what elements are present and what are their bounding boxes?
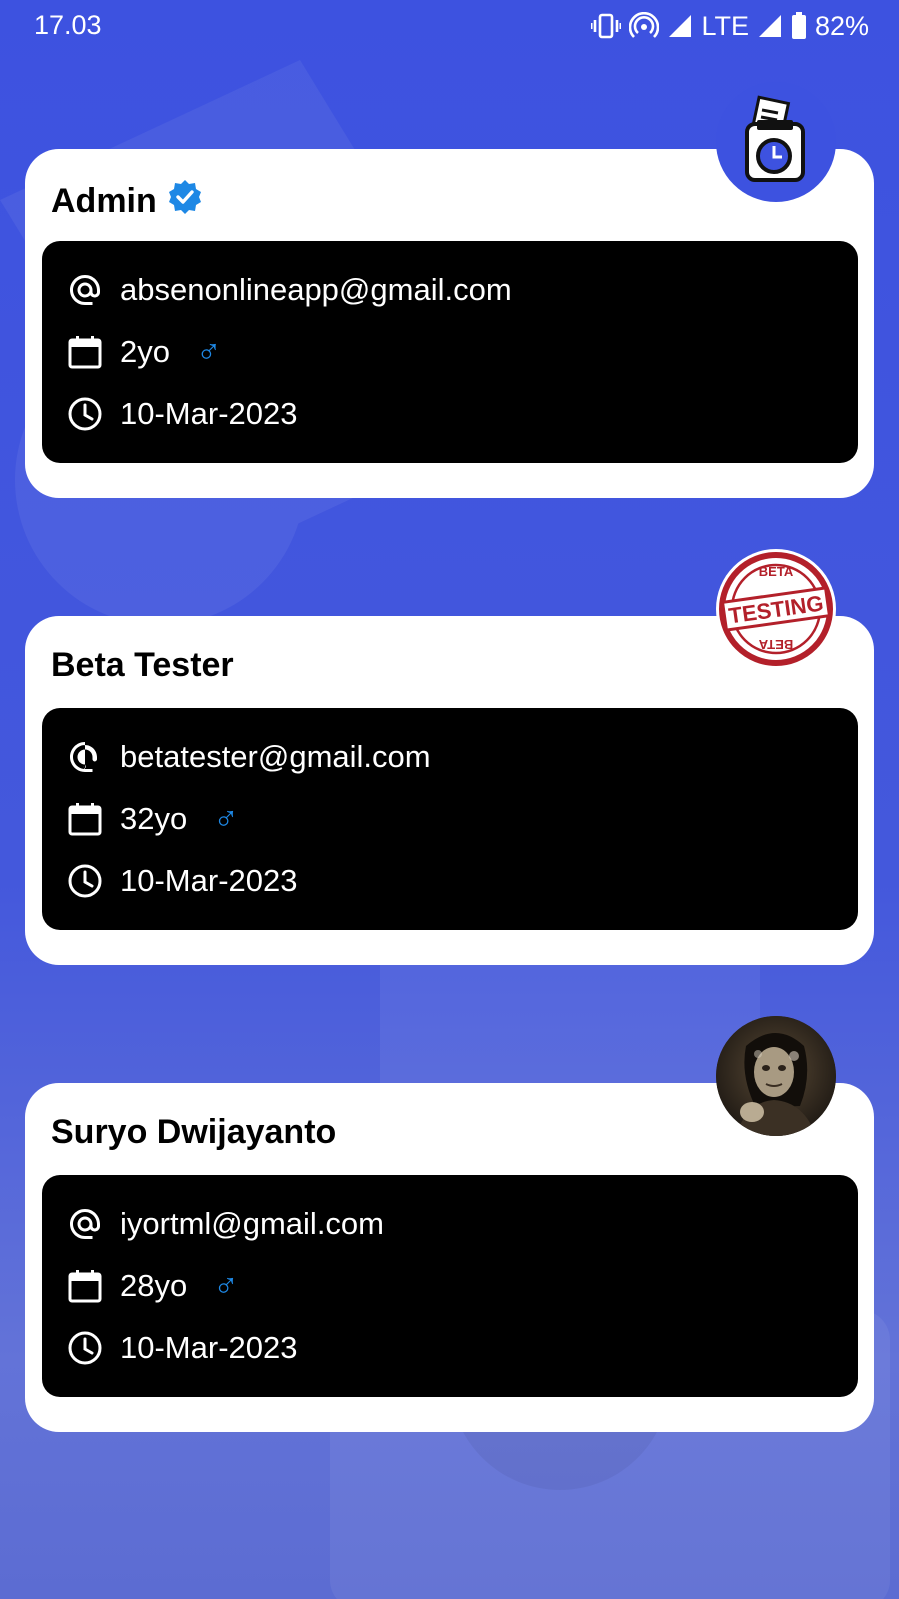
battery-icon — [791, 12, 807, 40]
date-row: 10-Mar-2023 — [66, 1328, 297, 1368]
male-gender-icon: ♂ — [195, 333, 222, 371]
user-age: 32yo — [120, 801, 188, 836]
user-name-row: Beta Tester — [51, 646, 234, 685]
male-gender-icon: ♂ — [213, 1267, 239, 1305]
email-row: betatester@gmail.com — [66, 737, 431, 777]
status-time: 17.03 — [34, 10, 102, 40]
clock-icon — [66, 862, 104, 900]
user-name: Admin — [51, 182, 157, 220]
male-gender-icon: ♂ — [213, 800, 239, 838]
user-age: 28yo — [120, 1268, 188, 1303]
calendar-icon — [66, 800, 104, 838]
status-icons: LTE 82% — [591, 8, 869, 44]
user-info-box: betatester@gmail.com 32yo ♂ 10-Mar-2023 — [42, 708, 858, 930]
user-avatar-photo[interactable] — [716, 1016, 836, 1136]
at-sign-icon — [66, 271, 104, 309]
vibrate-icon — [591, 13, 622, 39]
user-name: Beta Tester — [51, 646, 234, 684]
user-email: absenonlineapp@gmail.com — [120, 272, 512, 307]
at-sign-icon — [66, 1205, 104, 1243]
signal-icon — [667, 13, 693, 39]
verified-badge-icon — [167, 179, 203, 224]
user-name-row: Admin — [51, 179, 203, 224]
user-email: iyortml@gmail.com — [120, 1206, 384, 1241]
user-date: 10-Mar-2023 — [120, 863, 298, 898]
email-row: absenonlineapp@gmail.com — [66, 270, 512, 310]
user-info-box: absenonlineapp@gmail.com 2yo ♂ 10-Mar-20… — [42, 241, 858, 463]
status-bar: 17.03 LTE 82% — [0, 0, 899, 52]
calendar-icon — [66, 333, 104, 371]
user-date: 10-Mar-2023 — [120, 396, 298, 431]
stamp-bottom-text: BETA — [758, 637, 793, 652]
clock-icon — [66, 395, 104, 433]
stamp-top-text: BETA — [759, 564, 794, 579]
age-row: 2yo ♂ — [66, 332, 221, 372]
user-age: 2yo — [120, 334, 170, 369]
email-row: iyortml@gmail.com — [66, 1204, 384, 1244]
user-name: Suryo Dwijayanto — [51, 1113, 337, 1151]
user-name-row: Suryo Dwijayanto — [51, 1113, 336, 1152]
age-row: 28yo ♂ — [66, 1266, 239, 1306]
network-type: LTE — [701, 10, 749, 41]
attendance-app-logo-icon — [716, 82, 836, 202]
user-email: betatester@gmail.com — [120, 739, 431, 774]
user-info-box: iyortml@gmail.com 28yo ♂ 10-Mar-2023 — [42, 1175, 858, 1397]
user-card-admin[interactable]: Admin absenonlineapp@gmail.com 2yo ♂ 10-… — [25, 149, 874, 498]
signal-icon-2 — [757, 13, 783, 39]
beta-testing-stamp-icon: BETA TESTING BETA — [716, 549, 836, 669]
user-date: 10-Mar-2023 — [120, 1330, 298, 1365]
date-row: 10-Mar-2023 — [66, 861, 297, 901]
battery-level: 82% — [814, 10, 869, 41]
date-row: 10-Mar-2023 — [66, 394, 297, 434]
clock-icon — [66, 1329, 104, 1367]
user-card-suryo-dwijayanto[interactable]: Suryo Dwijayanto iyortml@gmail.com 28yo … — [25, 1083, 874, 1432]
at-sign-icon — [66, 738, 104, 776]
age-row: 32yo ♂ — [66, 799, 239, 839]
calendar-icon — [66, 1267, 104, 1305]
hotspot-icon — [629, 12, 660, 40]
user-card-beta-tester[interactable]: Beta Tester betatester@gmail.com 32yo ♂ … — [25, 616, 874, 965]
